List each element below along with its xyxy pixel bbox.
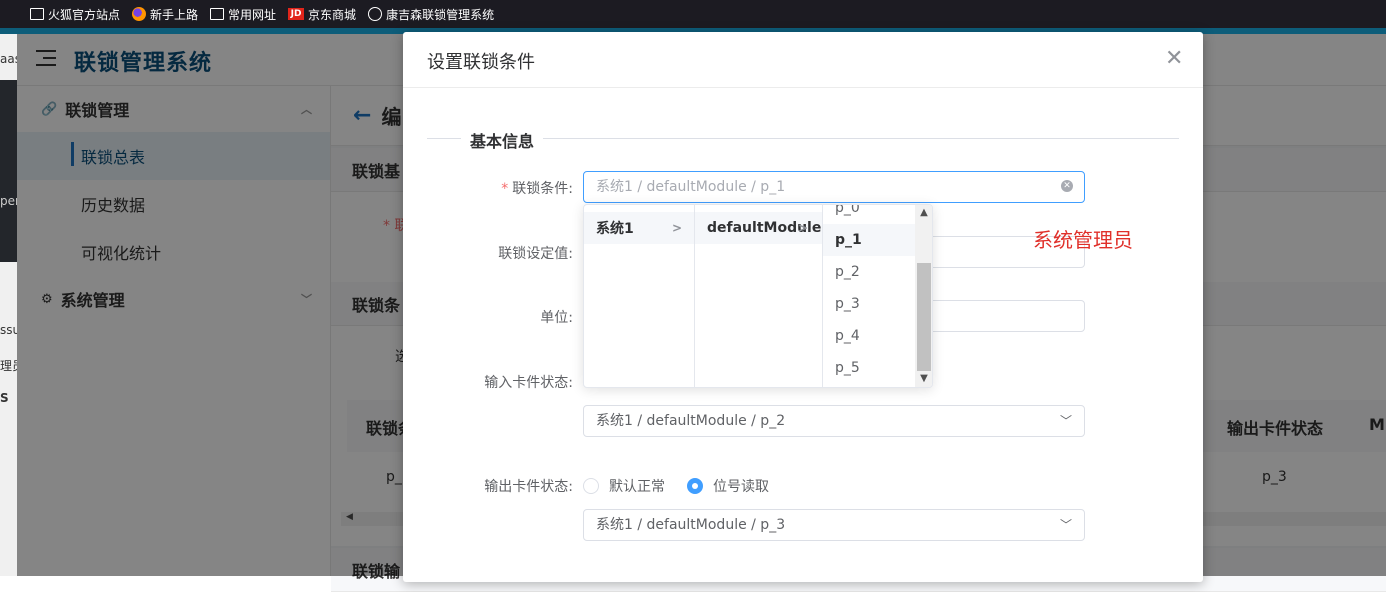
divider-line [543,138,1179,139]
folder-icon [210,8,225,20]
scroll-up-icon[interactable]: ▲ [917,207,931,218]
input-state-label: 输入卡件状态: [484,375,573,391]
radio-circle-checked [687,478,703,494]
chevron-right-icon: > [797,221,808,235]
sliver-text: per [0,194,17,208]
chevron-down-icon: ﹀ [1059,414,1072,428]
input-state-select[interactable]: 系统1 / defaultModule / p_2 ﹀ [583,405,1085,437]
clear-icon[interactable]: ✕ [1061,180,1073,192]
bookmark-firefox-site[interactable]: 火狐官方站点 [30,6,120,23]
setpoint-label: 联锁设定值: [498,246,573,262]
radio-default-normal[interactable]: 默认正常 [583,476,665,496]
bookmark-label: 京东商城 [308,7,357,22]
condition-label: * 联锁条件: [501,181,573,197]
jd-icon: JD [288,8,305,20]
output-state-select[interactable]: 系统1 / defaultModule / p_3 ﹀ [583,509,1085,541]
output-state-value: 系统1 / defaultModule / p_3 [596,517,786,533]
close-icon[interactable]: ✕ [1165,46,1183,71]
cascader-column-module: defaultModule > [695,205,823,387]
cascader-option-defaultmodule[interactable]: defaultModule > [695,212,822,244]
cascader-column-tags: p_0 p_1 p_2 p_3 p_4 p_5 [823,205,915,387]
bookmark-label: 常用网址 [228,7,277,22]
bookmark-jd[interactable]: JD 京东商城 [288,6,356,23]
scroll-down-icon[interactable]: ▼ [917,373,931,384]
sliver-text: aas [0,52,17,66]
folder-icon [30,8,44,20]
condition-cascader-input[interactable]: 系统1 / defaultModule / p_1 ✕ [583,171,1085,203]
bookmark-getting-started[interactable]: 新手上路 [132,6,198,23]
dialog-title: 设置联锁条件 [427,52,535,73]
radio-tag-read[interactable]: 位号读取 [687,476,769,496]
chevron-down-icon: ﹀ [1059,518,1072,532]
bookmark-label: 康吉森联锁管理系统 [386,7,495,22]
required-asterisk: * [501,181,509,197]
divider-line [427,138,461,139]
cascader-option-system1[interactable]: 系统1 > [584,212,694,244]
bookmark-common-sites[interactable]: 常用网址 [210,6,276,23]
dialog-header: 设置联锁条件 ✕ [403,32,1203,88]
sliver-text: ssu [0,323,17,337]
radio-label: 默认正常 [609,479,665,495]
input-state-value: 系统1 / defaultModule / p_2 [596,413,786,429]
unit-label: 单位: [540,310,573,326]
sliver-text: 理员 [0,359,17,373]
globe-icon [368,7,383,21]
firefox-icon [132,7,147,21]
background-window-sliver: aas per ssu 理员 S [0,34,17,576]
cascader-option-tag[interactable]: p_4 [823,320,915,352]
cascader-option-tag[interactable]: p_3 [823,288,915,320]
bookmark-label: 火狐官方站点 [48,7,121,22]
cascader-option-tag[interactable]: p_2 [823,256,915,288]
bookmarks-bar: 火狐官方站点 新手上路 常用网址 JD 京东商城 康吉森联锁管理系统 [0,0,1386,28]
cascader-column-system: 系统1 > [584,205,695,387]
sliver-dark-panel [0,80,17,262]
cascader-scroll-thumb[interactable] [917,263,931,371]
role-annotation: 系统管理员 [1033,228,1133,252]
cascader-option-tag[interactable]: p_0 [823,205,915,224]
bookmark-label: 新手上路 [150,7,199,22]
bookmark-interlock-system[interactable]: 康吉森联锁管理系统 [368,6,494,23]
cascader-dropdown: 系统1 > defaultModule > p_0 p_1 p_2 p_3 p_4 … [583,204,933,388]
sliver-text: S [0,391,9,405]
chevron-right-icon: > [671,221,682,235]
radio-circle [583,478,599,494]
output-state-label: 输出卡件状态: [484,479,573,495]
radio-label: 位号读取 [713,479,769,495]
cascader-option-tag-selected[interactable]: p_1 [823,224,915,256]
cascader-option-tag[interactable]: p_5 [823,352,915,384]
condition-placeholder: 系统1 / defaultModule / p_1 [596,179,786,195]
section-divider-label: 基本信息 [461,128,544,152]
